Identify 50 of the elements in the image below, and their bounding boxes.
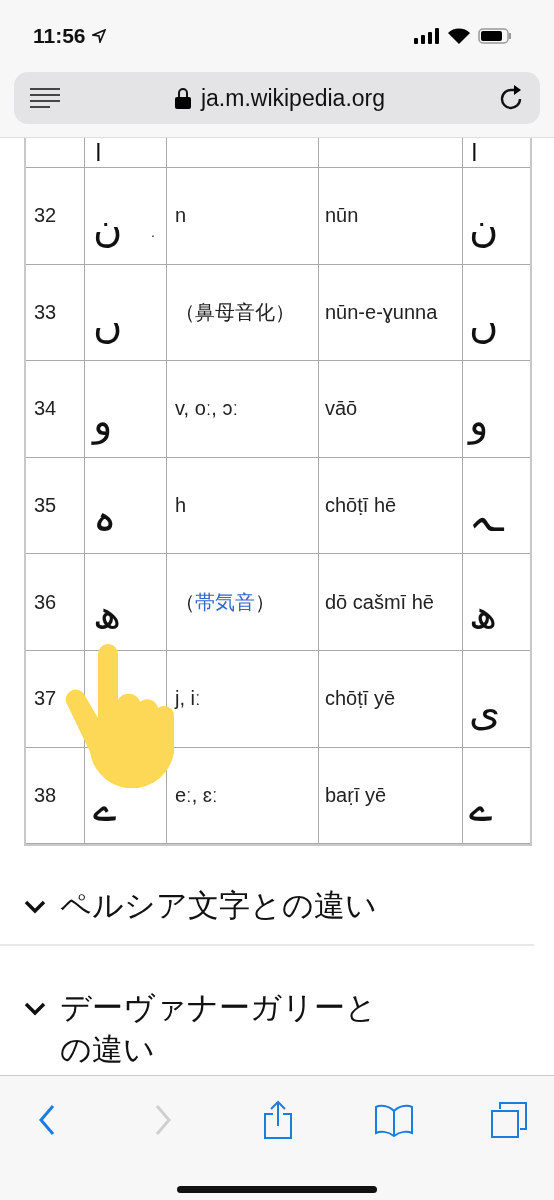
table-cell: ی [463, 650, 530, 748]
table-cell: n [167, 168, 319, 265]
table-cell: ا [463, 138, 530, 168]
table-cell: ہ [85, 457, 167, 555]
back-icon [38, 1104, 56, 1136]
battery-icon [478, 28, 512, 44]
table-cell: v, oː, ɔː [167, 361, 319, 458]
table-cell: 38 [26, 747, 85, 845]
table-cell: chōṭī yē [319, 650, 463, 748]
table-cell: ـہ [463, 457, 530, 555]
table-cell: 36 [26, 554, 85, 651]
wifi-icon [448, 28, 470, 44]
table-cell: dō cašmī hē [319, 554, 463, 651]
share-icon [263, 1100, 293, 1140]
table-cell: nūn-e-ɣunna [319, 264, 463, 362]
signal-icon [414, 28, 440, 44]
table-cell: ے [463, 747, 530, 845]
table-cell: （鼻母音化） [167, 264, 319, 362]
table-cell: ن . [85, 168, 167, 265]
section-heading[interactable]: デーヴァナーガリーとの違い [60, 986, 382, 1071]
table-cell: ا [85, 138, 167, 168]
clock-time: 11:56 [33, 24, 86, 48]
table-cell: 34 [26, 361, 85, 458]
table-cell: baṛī yē [319, 747, 463, 845]
table-cell: 32 [26, 168, 85, 265]
tabs-icon [490, 1101, 528, 1139]
reload-icon[interactable] [500, 85, 524, 111]
table-cell: و [463, 361, 530, 458]
chevron-icon[interactable] [24, 1002, 46, 1017]
url-text: ja.m.wikipedia.org [200, 84, 386, 112]
table-cell: 33 [26, 264, 85, 362]
location-arrow-icon [91, 29, 106, 43]
reader-icon[interactable] [30, 88, 60, 108]
text-link[interactable]: 帯気音 [195, 588, 255, 616]
table-cell: vāō [319, 361, 463, 458]
book-icon [373, 1103, 414, 1137]
address-bar[interactable]: ja.m.wikipedia.org [14, 72, 540, 124]
table-cell: （帯気音） [167, 554, 319, 651]
table-cell: ھ [463, 554, 530, 651]
table-cell: chōṭī hē [319, 457, 463, 555]
table-cell: 35 [26, 457, 85, 555]
table-cell: ں [463, 264, 530, 362]
table-cell: nūn [319, 168, 463, 265]
forward-icon [153, 1104, 172, 1136]
table-cell: ن [463, 168, 530, 265]
table-cell: h [167, 457, 319, 555]
table-cell: ں [85, 264, 167, 362]
table-cell: و [85, 361, 167, 458]
section-heading[interactable]: ペルシア文字との違い [60, 884, 377, 927]
chevron-icon[interactable] [24, 900, 46, 915]
